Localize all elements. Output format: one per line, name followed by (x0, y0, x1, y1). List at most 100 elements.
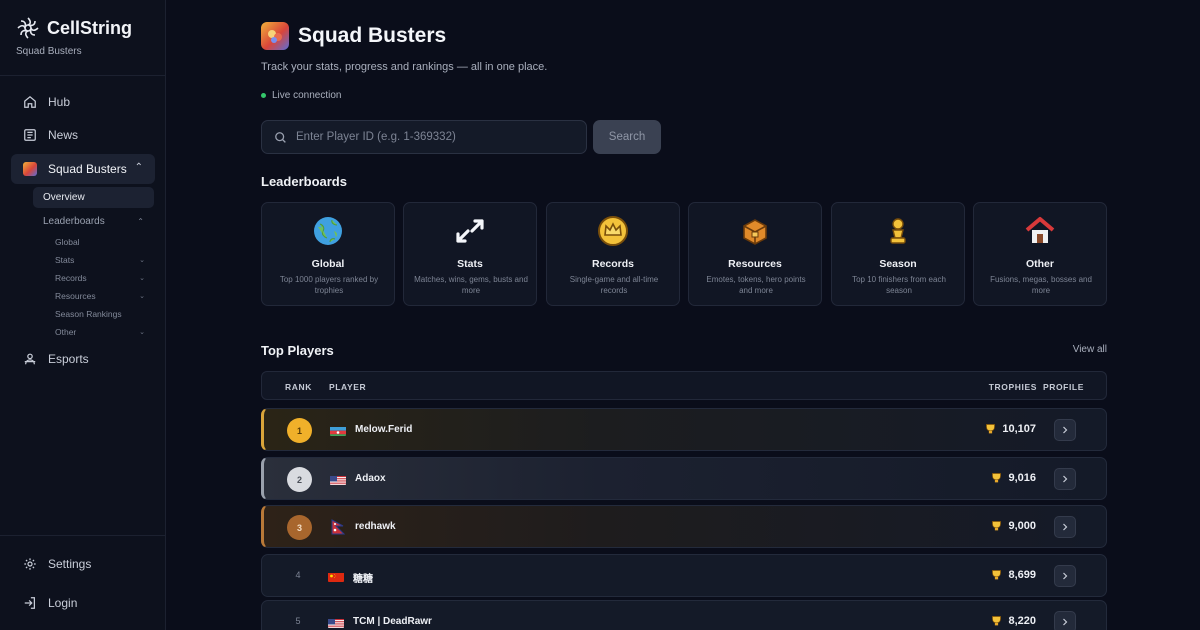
brand[interactable]: CellString (16, 16, 132, 40)
table-row[interactable]: 3 redhawk 9,000 (261, 505, 1107, 548)
player-name[interactable]: 糖糖 (353, 570, 373, 585)
chevron-right-icon (1063, 572, 1068, 580)
brand-subtitle: Squad Busters (16, 46, 82, 57)
brand-name: CellString (47, 17, 133, 38)
table-row[interactable]: 2 Adaox 9,016 (261, 457, 1107, 500)
rank-number: 5 (295, 616, 301, 626)
table-row[interactable]: 5 TCM | DeadRawr 8,220 (261, 600, 1107, 630)
chevron-right-icon (1063, 523, 1068, 531)
table-row[interactable]: 4 糖糖 8,699 (261, 554, 1107, 597)
sidebar-divider (0, 535, 166, 536)
sidebar-leaf-other[interactable]: Other ⌄ (55, 324, 151, 340)
chevron-down-icon[interactable]: ⌄ (139, 292, 145, 300)
card-description: Top 10 finishers from each season (852, 275, 946, 295)
sidebar-item-label: News (48, 128, 79, 142)
player-id-input[interactable] (296, 131, 576, 143)
sidebar-leaf-resources[interactable]: Resources ⌄ (55, 288, 151, 304)
subitem-label: Overview (43, 192, 85, 203)
crown-icon (547, 215, 679, 247)
profile-button[interactable] (1054, 611, 1076, 630)
login-icon (22, 595, 38, 611)
squad-busters-icon (261, 22, 289, 50)
leaf-label: Global (55, 237, 80, 247)
search-icon (272, 129, 288, 145)
trophy-count: 9,000 (990, 519, 1036, 532)
sidebar-item-esports[interactable]: Esports (11, 344, 155, 374)
chevron-down-icon[interactable]: ⌄ (139, 274, 145, 282)
leaderboard-card-resources[interactable]: Resources Emotes, tokens, hero points an… (688, 202, 822, 306)
card-description: Matches, wins, gems, busts and more (414, 275, 528, 295)
card-description: Single-game and all-time records (569, 275, 659, 295)
top-players-title: Top Players (261, 343, 334, 358)
leaf-label: Resources (55, 291, 96, 301)
newspaper-icon (22, 127, 38, 143)
trophy-icon (992, 521, 1002, 531)
home-icon (22, 94, 38, 110)
card-title: Resources (728, 258, 782, 270)
sidebar-item-news[interactable]: News (11, 120, 155, 150)
leaderboards-title: Leaderboards (261, 174, 347, 189)
rank-badge-gold: 1 (287, 418, 312, 443)
trophy-count: 9,016 (990, 471, 1036, 484)
sidebar-subitem-leaderboards[interactable]: Leaderboards ⌃ (33, 211, 154, 232)
profile-button[interactable] (1054, 516, 1076, 538)
sidebar-item-hub[interactable]: Hub (11, 87, 155, 117)
cellstring-logo-icon (16, 16, 40, 40)
search-box[interactable] (261, 120, 587, 154)
table-header: RANK PLAYER TROPHIES PROFILE (261, 371, 1107, 400)
table-row[interactable]: 1 Melow.Ferid 10,107 (261, 408, 1107, 451)
gear-icon (22, 556, 38, 572)
chevron-up-icon[interactable]: ⌃ (135, 162, 143, 173)
leaderboard-card-global[interactable]: Global Top 1000 players ranked by trophi… (261, 202, 395, 306)
chevron-down-icon[interactable]: ⌄ (139, 328, 145, 336)
chevron-up-icon[interactable]: ⌃ (137, 217, 144, 226)
chevron-right-icon (1063, 618, 1068, 626)
sidebar-divider (0, 75, 166, 76)
trophy-count: 10,107 (984, 422, 1036, 435)
sidebar-subitem-overview[interactable]: Overview (33, 187, 154, 208)
trophy-count: 8,220 (990, 614, 1036, 627)
leaf-label: Season Rankings (55, 309, 122, 319)
leaderboard-card-season[interactable]: Season Top 10 finishers from each season (831, 202, 965, 306)
leaderboard-card-records[interactable]: Records Single-game and all-time records (546, 202, 680, 306)
leaf-label: Other (55, 327, 77, 337)
card-description: Top 1000 players ranked by trophies (279, 275, 379, 295)
player-name[interactable]: TCM | DeadRawr (353, 616, 432, 627)
view-all-link[interactable]: View all (1073, 344, 1107, 355)
leaderboard-card-other[interactable]: Other Fusions, megas, bosses and more (973, 202, 1107, 306)
flag-nepal-icon (331, 519, 345, 535)
sidebar-leaf-stats[interactable]: Stats ⌄ (55, 252, 151, 268)
sidebar-item-login[interactable]: Login (11, 588, 155, 618)
page-tagline: Track your stats, progress and rankings … (261, 61, 548, 73)
arrows-icon (404, 215, 536, 247)
flag-china-icon (328, 571, 344, 582)
flag-usa-icon (330, 474, 346, 485)
sidebar-item-settings[interactable]: Settings (11, 549, 155, 579)
column-player: PLAYER (329, 382, 367, 392)
rank-badge-silver: 2 (287, 467, 312, 492)
sidebar-leaf-global[interactable]: Global (55, 234, 151, 250)
card-title: Season (879, 258, 917, 270)
people-icon (22, 351, 38, 367)
sidebar-leaf-season-rankings[interactable]: Season Rankings (55, 306, 151, 322)
chess-piece-icon (832, 215, 964, 247)
profile-button[interactable] (1054, 419, 1076, 441)
sidebar-item-squad-busters[interactable]: Squad Busters ⌃ (11, 154, 155, 184)
leaderboard-card-stats[interactable]: Stats Matches, wins, gems, busts and mor… (403, 202, 537, 306)
leaf-label: Records (55, 273, 87, 283)
profile-button[interactable] (1054, 565, 1076, 587)
chevron-right-icon (1063, 475, 1068, 483)
rank-number: 4 (295, 570, 301, 580)
subitem-label: Leaderboards (43, 216, 105, 227)
live-status: Live connection (261, 90, 342, 101)
house-icon (974, 215, 1106, 247)
chevron-down-icon[interactable]: ⌄ (139, 256, 145, 264)
search-button[interactable]: Search (593, 120, 661, 154)
rank-badge-bronze: 3 (287, 515, 312, 540)
sidebar-leaf-records[interactable]: Records ⌄ (55, 270, 151, 286)
player-name[interactable]: Adaox (355, 473, 386, 484)
profile-button[interactable] (1054, 468, 1076, 490)
player-name[interactable]: redhawk (355, 521, 396, 532)
player-name[interactable]: Melow.Ferid (355, 424, 412, 435)
live-dot-icon (261, 93, 266, 98)
